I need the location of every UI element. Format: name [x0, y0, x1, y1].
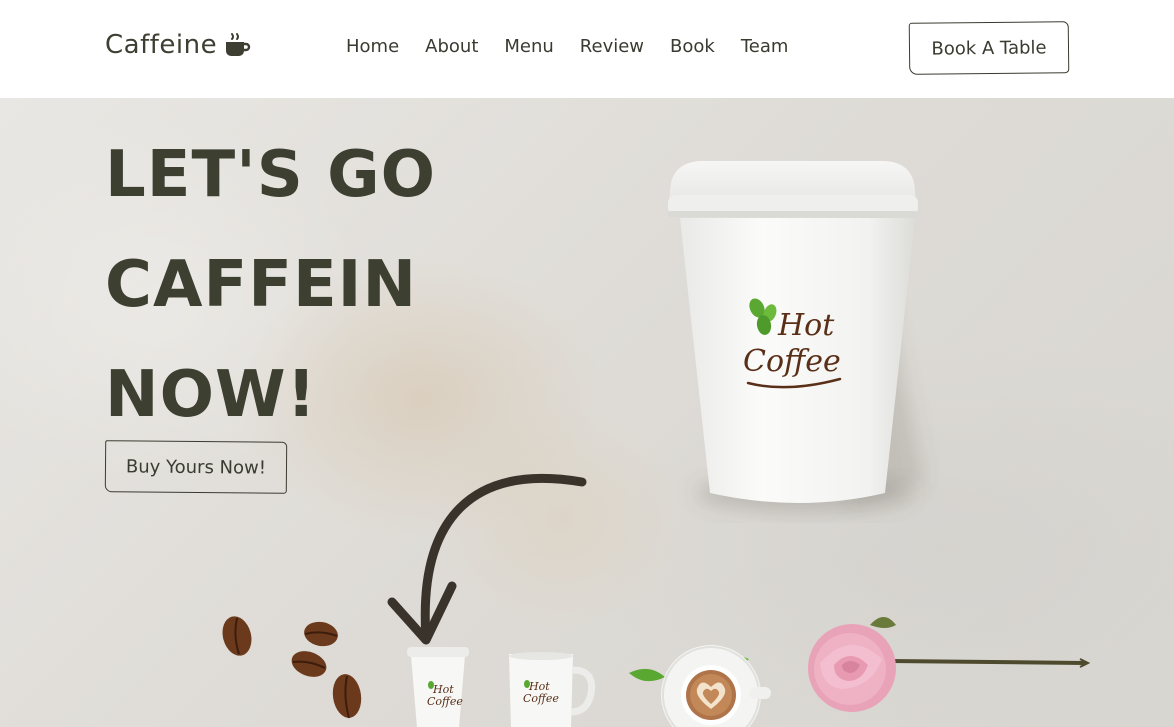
svg-text:Coffee: Coffee	[427, 695, 463, 708]
hero-section: LET'S GO CAFFEIN NOW! Buy Yours Now! Hot…	[0, 98, 1174, 727]
hot-coffee-cup-image: Hot Coffee	[668, 161, 925, 511]
hero-title-line: LET'S GO	[105, 138, 437, 212]
pink-rose-image	[808, 617, 1090, 712]
brand-name: Caffeine	[105, 30, 218, 60]
coffee-cup-icon	[226, 33, 251, 56]
main-nav: Home About Menu Review Book Team	[346, 36, 788, 57]
latte-cup-image	[629, 645, 771, 727]
hero-title-line: NOW!	[105, 358, 317, 432]
svg-text:Coffee: Coffee	[523, 692, 559, 705]
coffee-beans-image	[222, 616, 362, 719]
book-a-table-button[interactable]: Book A Table	[908, 21, 1070, 75]
nav-link-review[interactable]: Review	[580, 36, 644, 57]
buy-yours-now-button[interactable]: Buy Yours Now!	[104, 440, 288, 494]
nav-link-home[interactable]: Home	[346, 36, 399, 57]
hero-title: LET'S GO CAFFEIN NOW!	[105, 120, 436, 450]
cup-logo-coffee: Coffee	[743, 344, 841, 379]
cup-logo-hot: Hot	[777, 308, 835, 343]
nav-link-about[interactable]: About	[425, 36, 478, 57]
small-coffee-cup-image: Hot Coffee	[407, 647, 469, 727]
brand-logo[interactable]: Caffeine	[105, 30, 251, 60]
coffee-mug-image: Hot Coffee	[509, 652, 596, 727]
hero-title-line: CAFFEIN	[105, 248, 418, 322]
nav-link-team[interactable]: Team	[741, 36, 789, 57]
nav-link-menu[interactable]: Menu	[504, 36, 553, 57]
nav-link-book[interactable]: Book	[670, 36, 715, 57]
navbar: Caffeine Home About Menu Review Book Tea…	[0, 0, 1174, 98]
curved-arrow-icon	[387, 473, 587, 645]
